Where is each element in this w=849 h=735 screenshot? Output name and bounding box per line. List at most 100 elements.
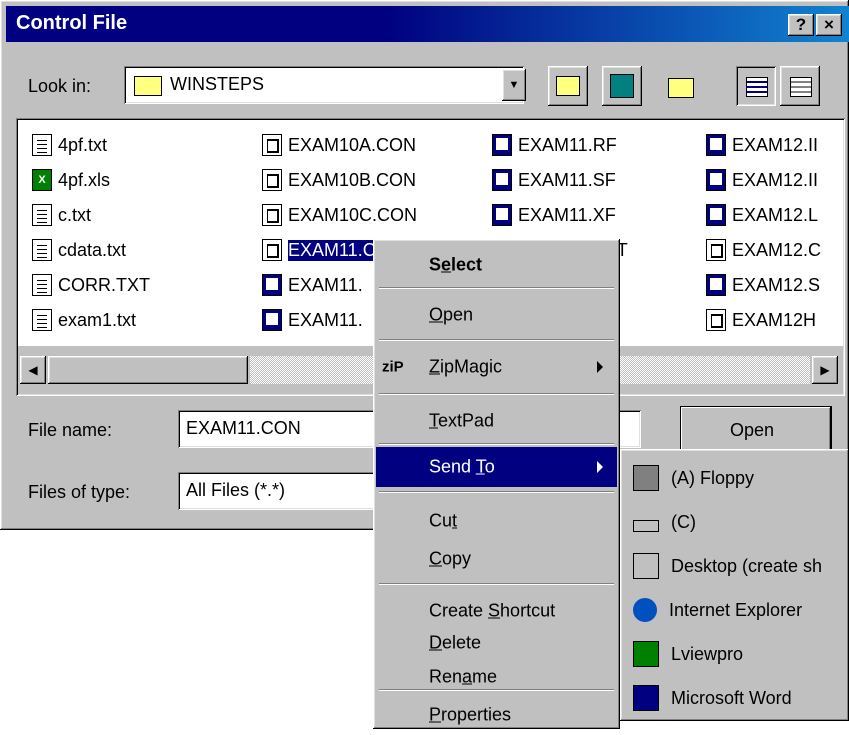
send-to-item[interactable]: (C) [623,501,849,543]
menu-separator [379,339,614,341]
file-name-label: File name: [28,420,113,440]
send-to-submenu: (A) Floppy (C) Desktop (create sh Internet … [620,449,849,721]
up-folder-icon [556,76,580,96]
txt-file-icon [32,204,52,226]
desktop-shortcut-icon [633,553,659,579]
file-name: exam1.txt [58,309,137,330]
file-name: EXAM12.II [732,169,819,190]
details-view-button[interactable] [780,66,820,106]
desktop-button[interactable] [602,66,642,106]
send-to-item[interactable]: Lviewpro [623,633,849,675]
internet-explorer-icon [633,598,657,622]
scroll-thumb[interactable] [48,356,248,384]
menu-separator [379,287,614,289]
file-item[interactable]: EXAM11.XF [492,202,616,228]
look-in-combo[interactable]: WINSTEPS ▼ [124,66,526,104]
file-name: c.txt [58,204,92,225]
exe-file-icon [706,134,726,156]
file-item[interactable]: EXAM11. [262,307,363,333]
txt-file-icon [32,309,52,331]
file-name: EXAM10A.CON [288,134,417,155]
menu-item-open[interactable]: Open [376,295,617,335]
exe-file-icon [706,169,726,191]
drive-icon [633,519,659,532]
file-item[interactable]: EXAM12H [706,307,816,333]
file-item[interactable]: c.txt [32,202,91,228]
list-view-button[interactable] [736,66,776,106]
close-button[interactable]: × [816,14,842,36]
help-button[interactable]: ? [788,14,814,36]
file-name: cdata.txt [58,239,127,260]
desktop-icon [610,74,634,98]
file-item[interactable]: EXAM12.C [706,237,821,263]
file-name: EXAM11.XF [518,204,616,225]
scroll-right-button[interactable]: ▶ [812,356,838,384]
file-item[interactable]: EXAM11.SF [492,167,616,193]
scroll-left-button[interactable]: ◀ [20,356,46,384]
menu-item-send-to[interactable]: Send To [376,447,617,487]
txt-file-icon [32,134,52,156]
files-of-type-value: All Files (*.*) [186,480,286,500]
look-in-label: Look in: [28,76,92,96]
file-item[interactable]: exam1.txt [32,307,136,333]
send-to-item[interactable]: Internet Explorer [623,589,849,631]
look-in-dropdown-button[interactable]: ▼ [502,69,526,101]
open-button-label: Open [730,420,775,440]
file-name: EXAM10C.CON [288,204,418,225]
send-to-item[interactable]: Microsoft Word [623,677,849,719]
file-name: EXAM11.SF [518,169,616,190]
con-file-icon [262,134,282,156]
file-item[interactable]: EXAM11.RF [492,132,617,158]
menu-item-copy[interactable]: Copy [376,539,617,579]
title-bar[interactable]: Control File ? × [6,6,849,42]
exe-file-icon [262,274,282,296]
menu-item-rename[interactable]: Rename [376,657,617,697]
submenu-arrow-icon [597,361,603,373]
menu-separator [379,583,614,585]
file-item[interactable]: cdata.txt [32,237,126,263]
file-item[interactable]: EXAM10C.CON [262,202,417,228]
file-item[interactable]: 4pf.txt [32,132,107,158]
send-to-item[interactable]: Desktop (create sh [623,545,849,587]
txt-file-icon [32,274,52,296]
up-one-level-button[interactable] [548,66,588,106]
new-folder-button[interactable] [660,66,700,106]
con-file-icon [262,169,282,191]
file-item[interactable]: EXAM12.II [706,132,818,158]
file-item[interactable]: EXAM12.L [706,202,818,228]
file-name: 4pf.xls [58,169,111,190]
menu-item-properties[interactable]: Properties [376,695,617,735]
file-item[interactable]: EXAM10B.CON [262,167,416,193]
file-name-value: EXAM11.CON [186,418,301,438]
file-item[interactable]: CORR.TXT [32,272,150,298]
menu-separator [379,443,614,445]
file-name: EXAM11. [288,274,363,295]
xls-file-icon: X [32,169,52,191]
menu-item-select[interactable]: Select [376,245,617,285]
send-to-label: Desktop (create sh [671,555,823,576]
menu-item-textpad[interactable]: TextPad [376,401,617,441]
file-name: EXAM12H [732,309,817,330]
word-icon [633,685,659,711]
file-item[interactable]: EXAM12.S [706,272,820,298]
file-item[interactable]: X 4pf.xls [32,167,110,193]
open-button[interactable]: Open [680,406,832,452]
file-item[interactable]: EXAM12.II [706,167,818,193]
details-icon [790,77,812,97]
send-to-label: (C) [671,511,696,532]
list-icon [746,77,768,97]
folder-icon [134,76,162,96]
menu-item-cut[interactable]: Cut [376,501,617,541]
file-name: EXAM12.L [732,204,819,225]
file-item[interactable]: EXAM11. [262,272,363,298]
context-menu: Select Open ZipMagic ziP TextPad Send To Cut Co… [373,239,620,729]
file-name: EXAM12.II [732,134,819,155]
menu-item-zipmagic[interactable]: ZipMagic ziP [376,347,617,387]
file-item[interactable]: EXAM10A.CON [262,132,416,158]
menu-separator [379,491,614,493]
file-name: EXAM11. [288,309,363,330]
rf-file-icon [492,134,512,156]
send-to-label: Microsoft Word [671,687,792,708]
send-to-item[interactable]: (A) Floppy [623,457,849,499]
exe-file-icon [492,204,512,226]
